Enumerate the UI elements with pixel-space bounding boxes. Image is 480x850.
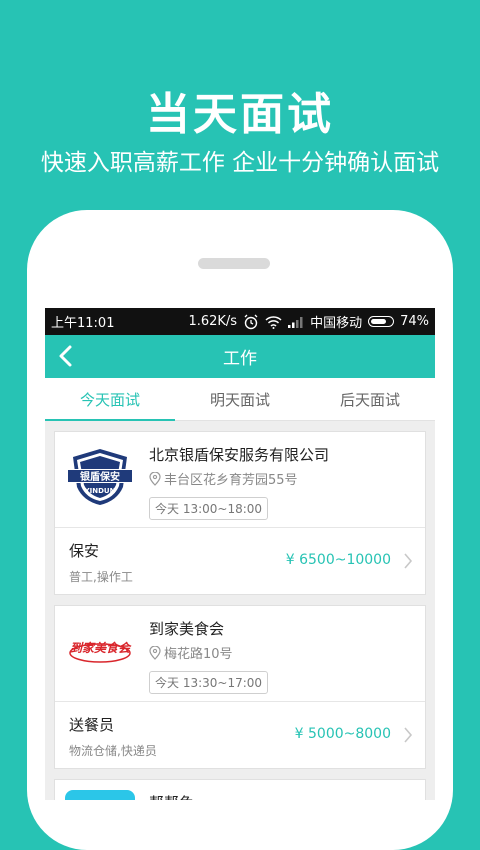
app-bar: 工作 bbox=[45, 335, 435, 378]
tab-day-after-tomorrow[interactable]: 后天面试 bbox=[305, 378, 435, 420]
logo-text-bottom: YINDUN bbox=[84, 487, 116, 495]
position-tags: 物流仓储,快递员 bbox=[69, 744, 157, 758]
signal-icon bbox=[288, 316, 303, 328]
wifi-icon bbox=[265, 315, 282, 329]
back-arrow-icon[interactable] bbox=[55, 343, 77, 369]
logo-text: 到家美食会 bbox=[70, 641, 132, 655]
phone-screen: 上午11:01 1.62K/s 中国移动 74% 工作 今天面试 明天面试 后天… bbox=[45, 308, 435, 800]
tab-today[interactable]: 今天面试 bbox=[45, 378, 175, 421]
interview-tabs: 今天面试 明天面试 后天面试 bbox=[45, 378, 435, 421]
phone-speaker bbox=[198, 258, 270, 269]
position-title: 送餐员 bbox=[69, 716, 115, 734]
position-title: 保安 bbox=[69, 542, 100, 560]
company-row: 到家美食会 到家美食会 梅花路10号 今天 13:30~17:00 bbox=[55, 606, 425, 701]
job-card[interactable]: 到家美食会 到家美食会 梅花路10号 今天 13:30~17:00 送餐员 物流… bbox=[54, 605, 426, 769]
chevron-right-icon bbox=[404, 727, 413, 743]
interview-time: 今天 13:30~17:00 bbox=[149, 671, 269, 694]
promo-subline: 快速入职高薪工作 企业十分钟确认面试 bbox=[40, 150, 440, 176]
position-row[interactable]: 保安 普工,操作工 ¥ 6500~10000 bbox=[55, 527, 425, 594]
interview-time: 今天 13:00~18:00 bbox=[149, 497, 269, 520]
salary-range: ¥ 6500~10000 bbox=[285, 552, 391, 568]
company-address: 梅花路10号 bbox=[164, 647, 233, 662]
alarm-icon bbox=[244, 314, 258, 329]
tab-tomorrow[interactable]: 明天面试 bbox=[175, 378, 305, 420]
company-row: 帮帮兔 bbox=[55, 780, 425, 800]
location-pin-icon bbox=[149, 471, 161, 486]
salary-range: ¥ 5000~8000 bbox=[294, 726, 391, 742]
status-bar: 上午11:01 1.62K/s 中国移动 74% bbox=[45, 308, 435, 335]
company-name: 北京银盾保安服务有限公司 bbox=[149, 446, 330, 464]
promo-headline: 当天面试 bbox=[146, 89, 334, 140]
battery-level bbox=[371, 319, 387, 324]
network-speed: 1.62K/s bbox=[188, 314, 238, 329]
status-time: 上午11:01 bbox=[51, 316, 115, 331]
company-row: 银盾保安 YINDUN 北京银盾保安服务有限公司 丰台区花乡育芳园55号 今天 … bbox=[55, 432, 425, 527]
battery-percent: 74% bbox=[400, 314, 429, 329]
battery-icon bbox=[368, 316, 395, 327]
company-name: 到家美食会 bbox=[149, 620, 225, 638]
company-address: 丰台区花乡育芳园55号 bbox=[164, 473, 298, 488]
position-row[interactable]: 送餐员 物流仓储,快递员 ¥ 5000~8000 bbox=[55, 701, 425, 768]
app-bar-title: 工作 bbox=[223, 349, 257, 369]
bangbangtu-logo bbox=[65, 790, 135, 800]
company-name: 帮帮兔 bbox=[149, 792, 425, 800]
job-list: 银盾保安 YINDUN 北京银盾保安服务有限公司 丰台区花乡育芳园55号 今天 … bbox=[45, 421, 435, 800]
carrier-name: 中国移动 bbox=[310, 316, 363, 331]
location-pin-icon bbox=[149, 645, 161, 660]
job-card[interactable]: 银盾保安 YINDUN 北京银盾保安服务有限公司 丰台区花乡育芳园55号 今天 … bbox=[54, 431, 426, 595]
logo-text-top: 银盾保安 bbox=[80, 470, 120, 483]
position-tags: 普工,操作工 bbox=[69, 570, 133, 584]
chevron-right-icon bbox=[404, 553, 413, 569]
job-card[interactable]: 帮帮兔 bbox=[54, 779, 426, 800]
daojia-logo: 到家美食会 bbox=[65, 616, 135, 686]
yindun-logo: 银盾保安 YINDUN bbox=[65, 442, 135, 512]
